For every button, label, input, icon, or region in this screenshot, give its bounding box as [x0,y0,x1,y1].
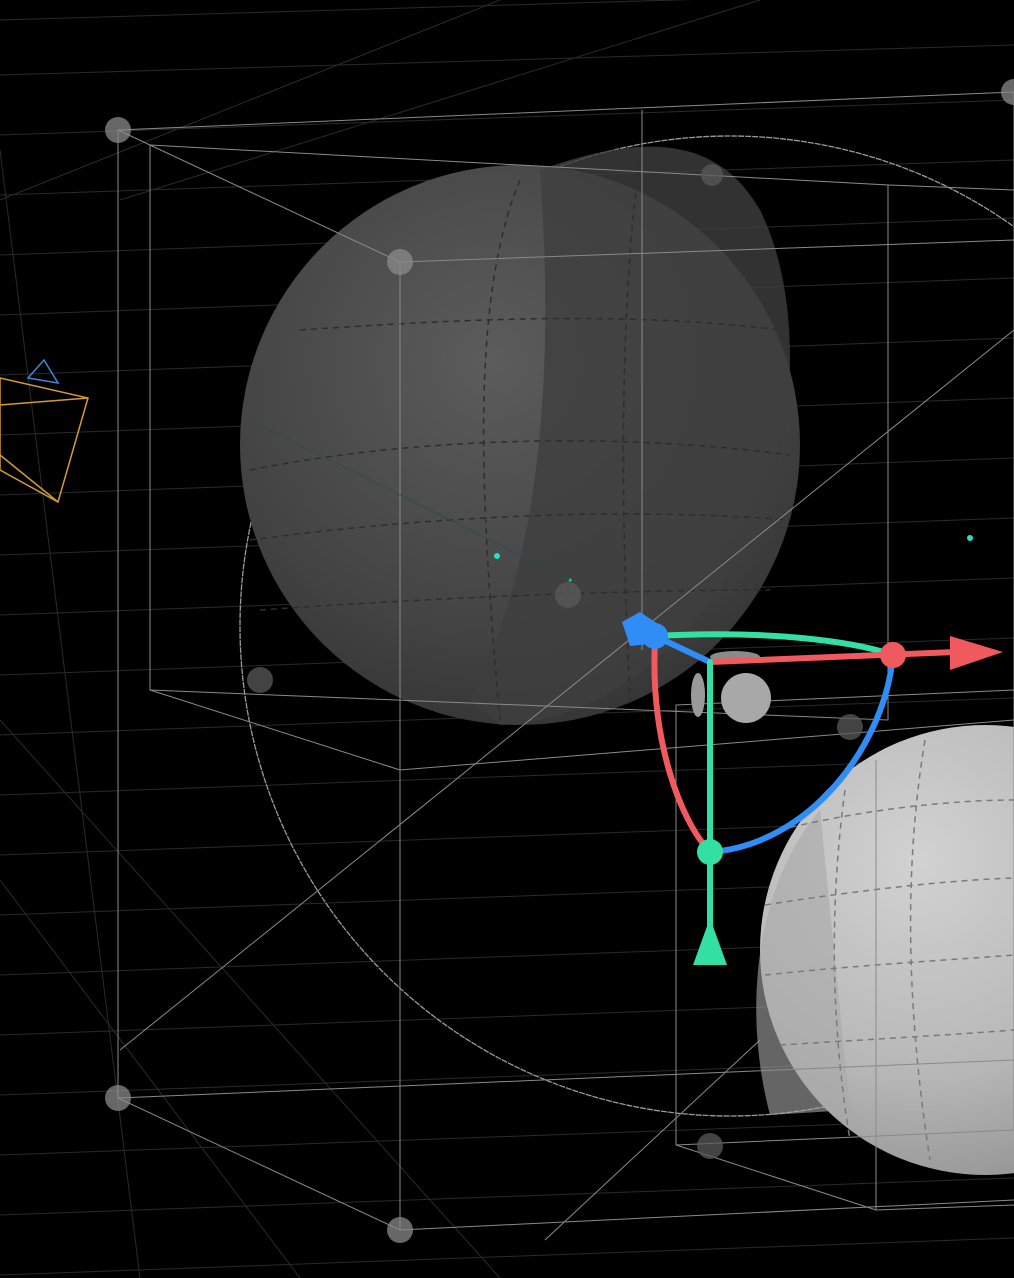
corner-handle[interactable] [837,714,863,740]
camera-icon[interactable] [0,358,89,504]
light-marker-icon[interactable] [494,553,500,559]
y-arrow-icon[interactable] [693,918,727,965]
corner-handle[interactable] [105,1085,131,1111]
camera-up-indicator-icon [26,358,60,385]
corner-handle[interactable] [247,667,273,693]
light-marker-icon[interactable] [967,535,973,541]
x-axis-knob[interactable] [880,642,906,668]
corner-handle[interactable] [1001,79,1014,105]
3d-viewport[interactable] [0,0,1014,1278]
y-axis-knob[interactable] [697,839,723,865]
x-arrow-icon[interactable] [950,636,1003,670]
sphere-lower-right[interactable] [756,725,1014,1175]
corner-handle[interactable] [697,1133,723,1159]
corner-handle[interactable] [555,582,581,608]
sphere-upper-left[interactable] [240,146,800,725]
scene-canvas[interactable] [0,0,1014,1278]
corner-handle[interactable] [701,164,723,186]
corner-handle[interactable] [387,249,413,275]
corner-handle[interactable] [105,117,131,143]
corner-handle[interactable] [387,1217,413,1243]
